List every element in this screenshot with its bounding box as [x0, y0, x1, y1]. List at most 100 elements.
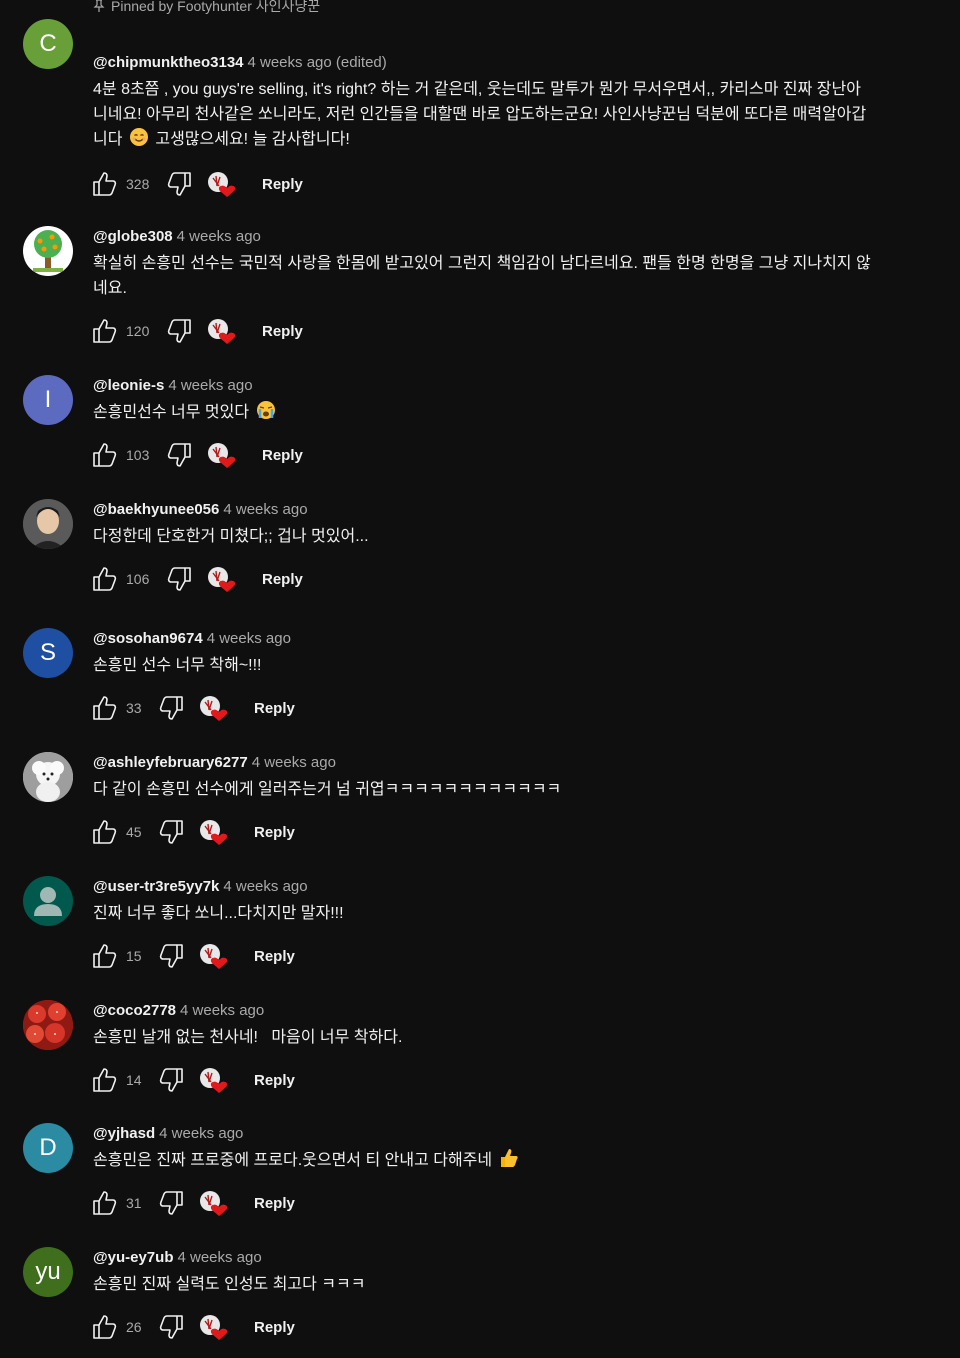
reply-button[interactable]: Reply: [262, 323, 303, 340]
comment-text-line: 손흥민은 진짜 프로중에 프로다.웃으면서 티 안내고 다해주네: [93, 1148, 904, 1173]
like-button[interactable]: 328: [92, 171, 154, 197]
avatar[interactable]: C: [23, 19, 73, 69]
comment-text-line: 손흥민 선수 너무 착해~!!!: [93, 657, 262, 674]
dislike-button[interactable]: [166, 318, 192, 344]
avatar[interactable]: I: [23, 375, 73, 425]
reply-button[interactable]: Reply: [262, 571, 303, 588]
comment-author[interactable]: @chipmunktheo3134: [93, 54, 244, 71]
avatar[interactable]: yu: [23, 1247, 73, 1297]
avatar[interactable]: [23, 876, 73, 926]
like-button[interactable]: 33: [92, 695, 146, 721]
reply-button[interactable]: Reply: [254, 700, 295, 717]
like-count: 14: [126, 1072, 142, 1088]
comment-author[interactable]: @yu-ey7ub: [93, 1249, 173, 1266]
creator-heart-badge: [198, 942, 230, 970]
like-count: 120: [126, 323, 150, 339]
dislike-button[interactable]: [158, 695, 184, 721]
creator-heart-icon: [200, 944, 228, 969]
comment-author[interactable]: @sosohan9674: [93, 630, 203, 647]
thumbs-up-emoji-icon: [500, 1149, 518, 1167]
comment-author[interactable]: @ashleyfebruary6277: [93, 754, 248, 771]
dislike-button[interactable]: [158, 943, 184, 969]
comment-text: 손흥민은 진짜 프로중에 프로다.웃으면서 티 안내고 다해주네: [93, 1148, 904, 1173]
like-button[interactable]: 31: [92, 1190, 146, 1216]
comment-author[interactable]: @user-tr3re5yy7k: [93, 878, 219, 895]
thumbs-up-icon: [93, 944, 117, 968]
comment-author[interactable]: @baekhyunee056: [93, 501, 219, 518]
avatar[interactable]: [23, 752, 73, 802]
avatar[interactable]: [23, 226, 73, 276]
dislike-button[interactable]: [158, 1314, 184, 1340]
reply-button[interactable]: Reply: [254, 1319, 295, 1336]
avatar[interactable]: S: [23, 628, 73, 678]
reply-button[interactable]: Reply: [254, 824, 295, 841]
thumbs-up-icon: [93, 1068, 117, 1092]
like-count: 328: [126, 176, 150, 192]
thumbs-down-icon: [167, 443, 191, 467]
comment-date[interactable]: 4 weeks ago: [159, 1125, 243, 1142]
reply-button[interactable]: Reply: [254, 1072, 295, 1089]
comment-author[interactable]: @yjhasd: [93, 1125, 155, 1142]
comment-date[interactable]: 4 weeks ago: [252, 754, 336, 771]
comment-text-line: 손흥민 진짜 실력도 인성도 최고다 ㅋㅋㅋ: [93, 1276, 366, 1293]
like-count: 31: [126, 1195, 142, 1211]
comment-author[interactable]: @leonie-s: [93, 377, 164, 394]
thumbs-down-icon: [159, 1068, 183, 1092]
comment-text-line: 니네요! 아무리 천사같은 쏘니라도, 저런 인간들을 대할땐 바로 압도하는군…: [93, 106, 867, 123]
like-button[interactable]: 15: [92, 943, 146, 969]
creator-heart-icon: [208, 567, 236, 592]
comment-date[interactable]: 4 weeks ago: [180, 1002, 264, 1019]
like-button[interactable]: 103: [92, 442, 154, 468]
thumbs-up-icon: [93, 1191, 117, 1215]
comment-author[interactable]: @coco2778: [93, 1002, 176, 1019]
like-button[interactable]: 106: [92, 566, 154, 592]
thumbs-down-icon: [159, 944, 183, 968]
like-button[interactable]: 120: [92, 318, 154, 344]
dislike-button[interactable]: [166, 171, 192, 197]
comment-actions: 26 Reply: [92, 1314, 295, 1340]
comment-date[interactable]: 4 weeks ago: [177, 1249, 261, 1266]
tree-avatar-icon: [33, 230, 63, 272]
creator-heart-icon: [208, 443, 236, 468]
thumbs-down-icon: [167, 172, 191, 196]
creator-heart-badge: [206, 170, 238, 198]
pinned-label: Pinned by Footyhunter 사인사냥꾼: [111, 0, 321, 14]
avatar-letter: D: [39, 1134, 57, 1161]
avatar[interactable]: D: [23, 1123, 73, 1173]
reply-button[interactable]: Reply: [262, 447, 303, 464]
avatar[interactable]: [23, 1000, 73, 1050]
comment-date[interactable]: 4 weeks ago: [177, 228, 261, 245]
thumbs-up-icon: [93, 1315, 117, 1339]
comment-actions: 15 Reply: [92, 943, 295, 969]
like-button[interactable]: 26: [92, 1314, 146, 1340]
default-user-avatar-icon: [34, 887, 62, 916]
dislike-button[interactable]: [166, 442, 192, 468]
reply-button[interactable]: Reply: [254, 948, 295, 965]
comment-text: 손흥민 선수 너무 착해~!!!: [93, 653, 904, 678]
comment-text: 다정한데 단호한거 미쳤다;; 겁나 멋있어...: [93, 524, 904, 549]
creator-heart-icon: [200, 1068, 228, 1093]
person-photo-avatar-icon: [23, 499, 73, 549]
comment-date[interactable]: 4 weeks ago (edited): [248, 54, 387, 71]
reply-button[interactable]: Reply: [262, 176, 303, 193]
thumbs-down-icon: [167, 319, 191, 343]
creator-heart-badge: [206, 565, 238, 593]
comment-author[interactable]: @globe308: [93, 228, 173, 245]
dislike-button[interactable]: [158, 819, 184, 845]
dislike-button[interactable]: [166, 566, 192, 592]
comment-date[interactable]: 4 weeks ago: [168, 377, 252, 394]
like-button[interactable]: 14: [92, 1067, 146, 1093]
avatar[interactable]: [23, 499, 73, 549]
dislike-button[interactable]: [158, 1190, 184, 1216]
comment-date[interactable]: 4 weeks ago: [223, 501, 307, 518]
creator-heart-badge: [206, 317, 238, 345]
comment-text: 진짜 너무 좋다 쏘니...다치지만 말자!!!: [93, 901, 904, 926]
like-button[interactable]: 45: [92, 819, 146, 845]
crying-face-emoji-icon: [256, 401, 275, 419]
comment-date[interactable]: 4 weeks ago: [223, 878, 307, 895]
dislike-button[interactable]: [158, 1067, 184, 1093]
reply-button[interactable]: Reply: [254, 1195, 295, 1212]
comments-list: C Pinned by Footyhunter 사인사냥꾼 @chipmunkt…: [0, 0, 960, 1358]
comment-date[interactable]: 4 weeks ago: [207, 630, 291, 647]
like-count: 45: [126, 824, 142, 840]
